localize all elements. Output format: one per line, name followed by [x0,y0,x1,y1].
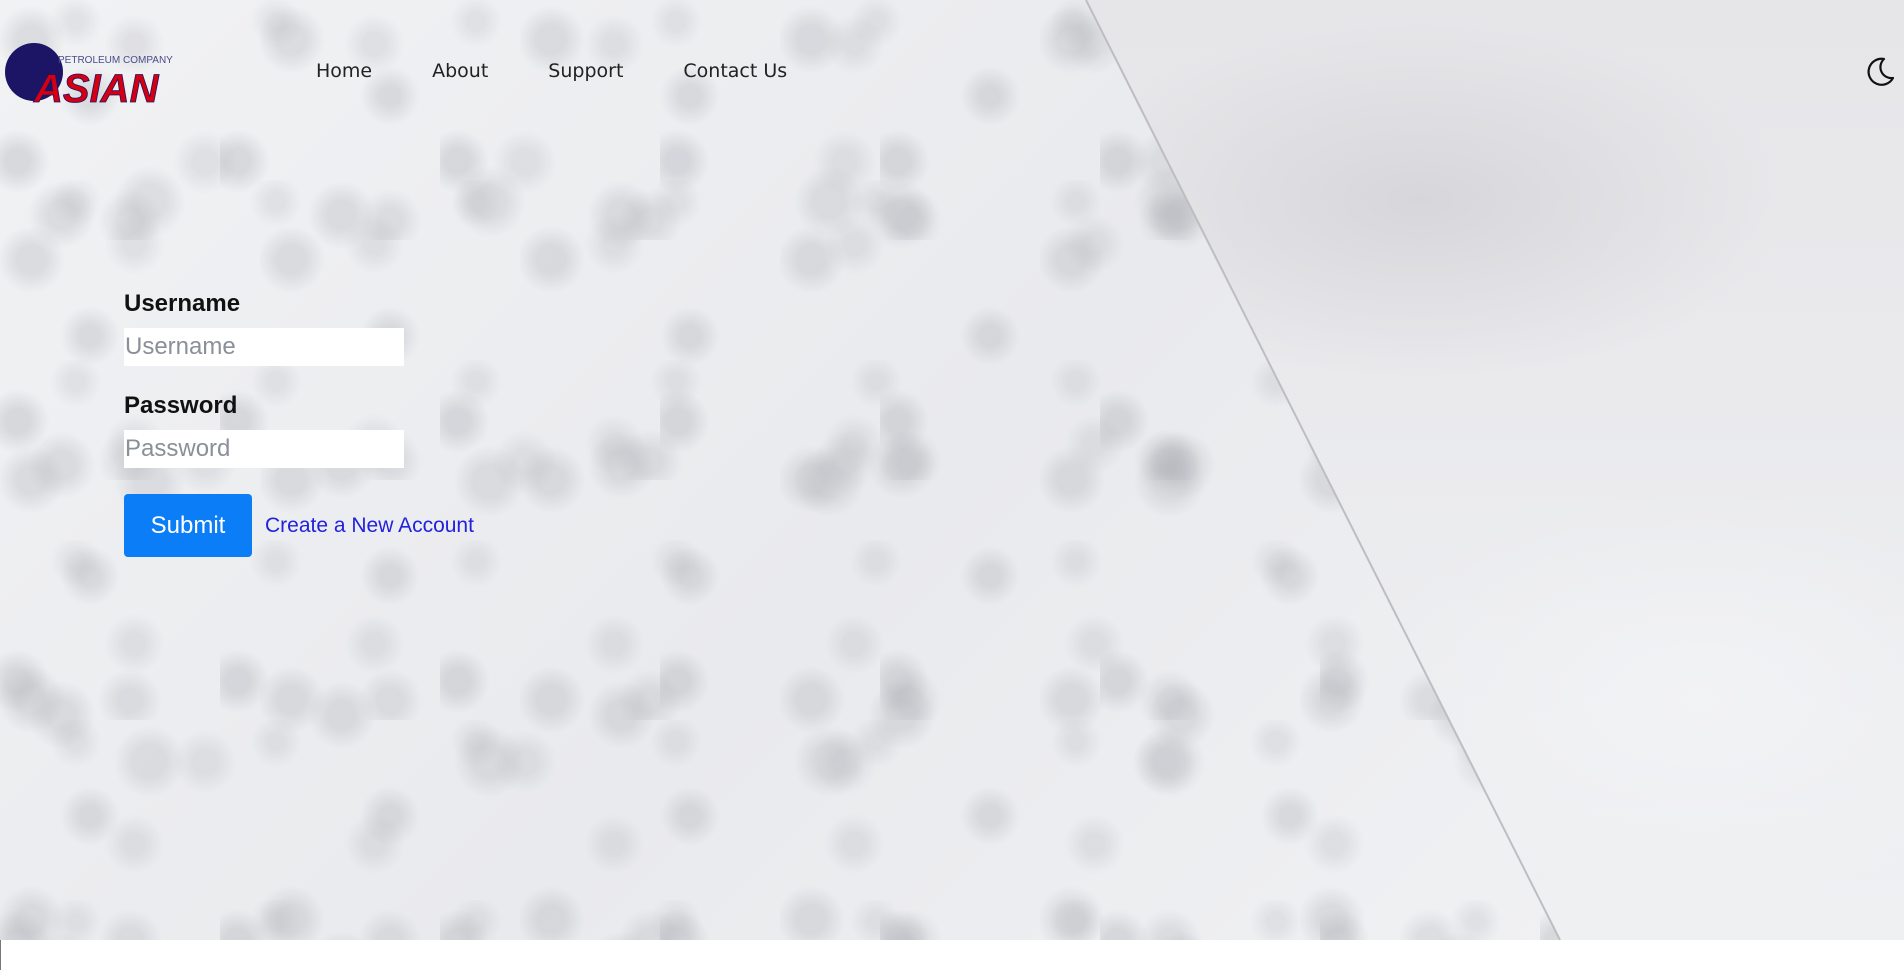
nav-home[interactable]: Home [316,60,372,82]
login-form: Username Password Submit Create a New Ac… [124,290,524,557]
submit-button[interactable]: Submit [124,494,252,557]
moon-icon [1867,57,1895,86]
username-label: Username [124,290,241,317]
logo-tagline: PETROLEUM COMPANY [58,55,173,66]
logo-wordmark: ASIAN [33,67,160,108]
nav-support[interactable]: Support [548,60,623,82]
form-actions: Submit Create a New Account [124,494,524,557]
create-account-link[interactable]: Create a New Account [265,514,474,538]
page-background: PETROLEUM COMPANY ASIAN Home About Suppo… [0,0,1904,940]
nav-about[interactable]: About [432,60,488,82]
username-field-group: Username [124,290,524,366]
nav-contact-us[interactable]: Contact Us [683,60,787,82]
password-field-group: Password [124,392,524,468]
password-input[interactable] [124,430,404,468]
bottom-strip [0,940,1904,970]
username-input[interactable] [124,328,404,366]
company-logo[interactable]: PETROLEUM COMPANY ASIAN [4,38,174,111]
main-nav: Home About Support Contact Us [316,60,847,82]
theme-toggle-button[interactable] [1864,56,1896,88]
password-label: Password [124,392,238,419]
